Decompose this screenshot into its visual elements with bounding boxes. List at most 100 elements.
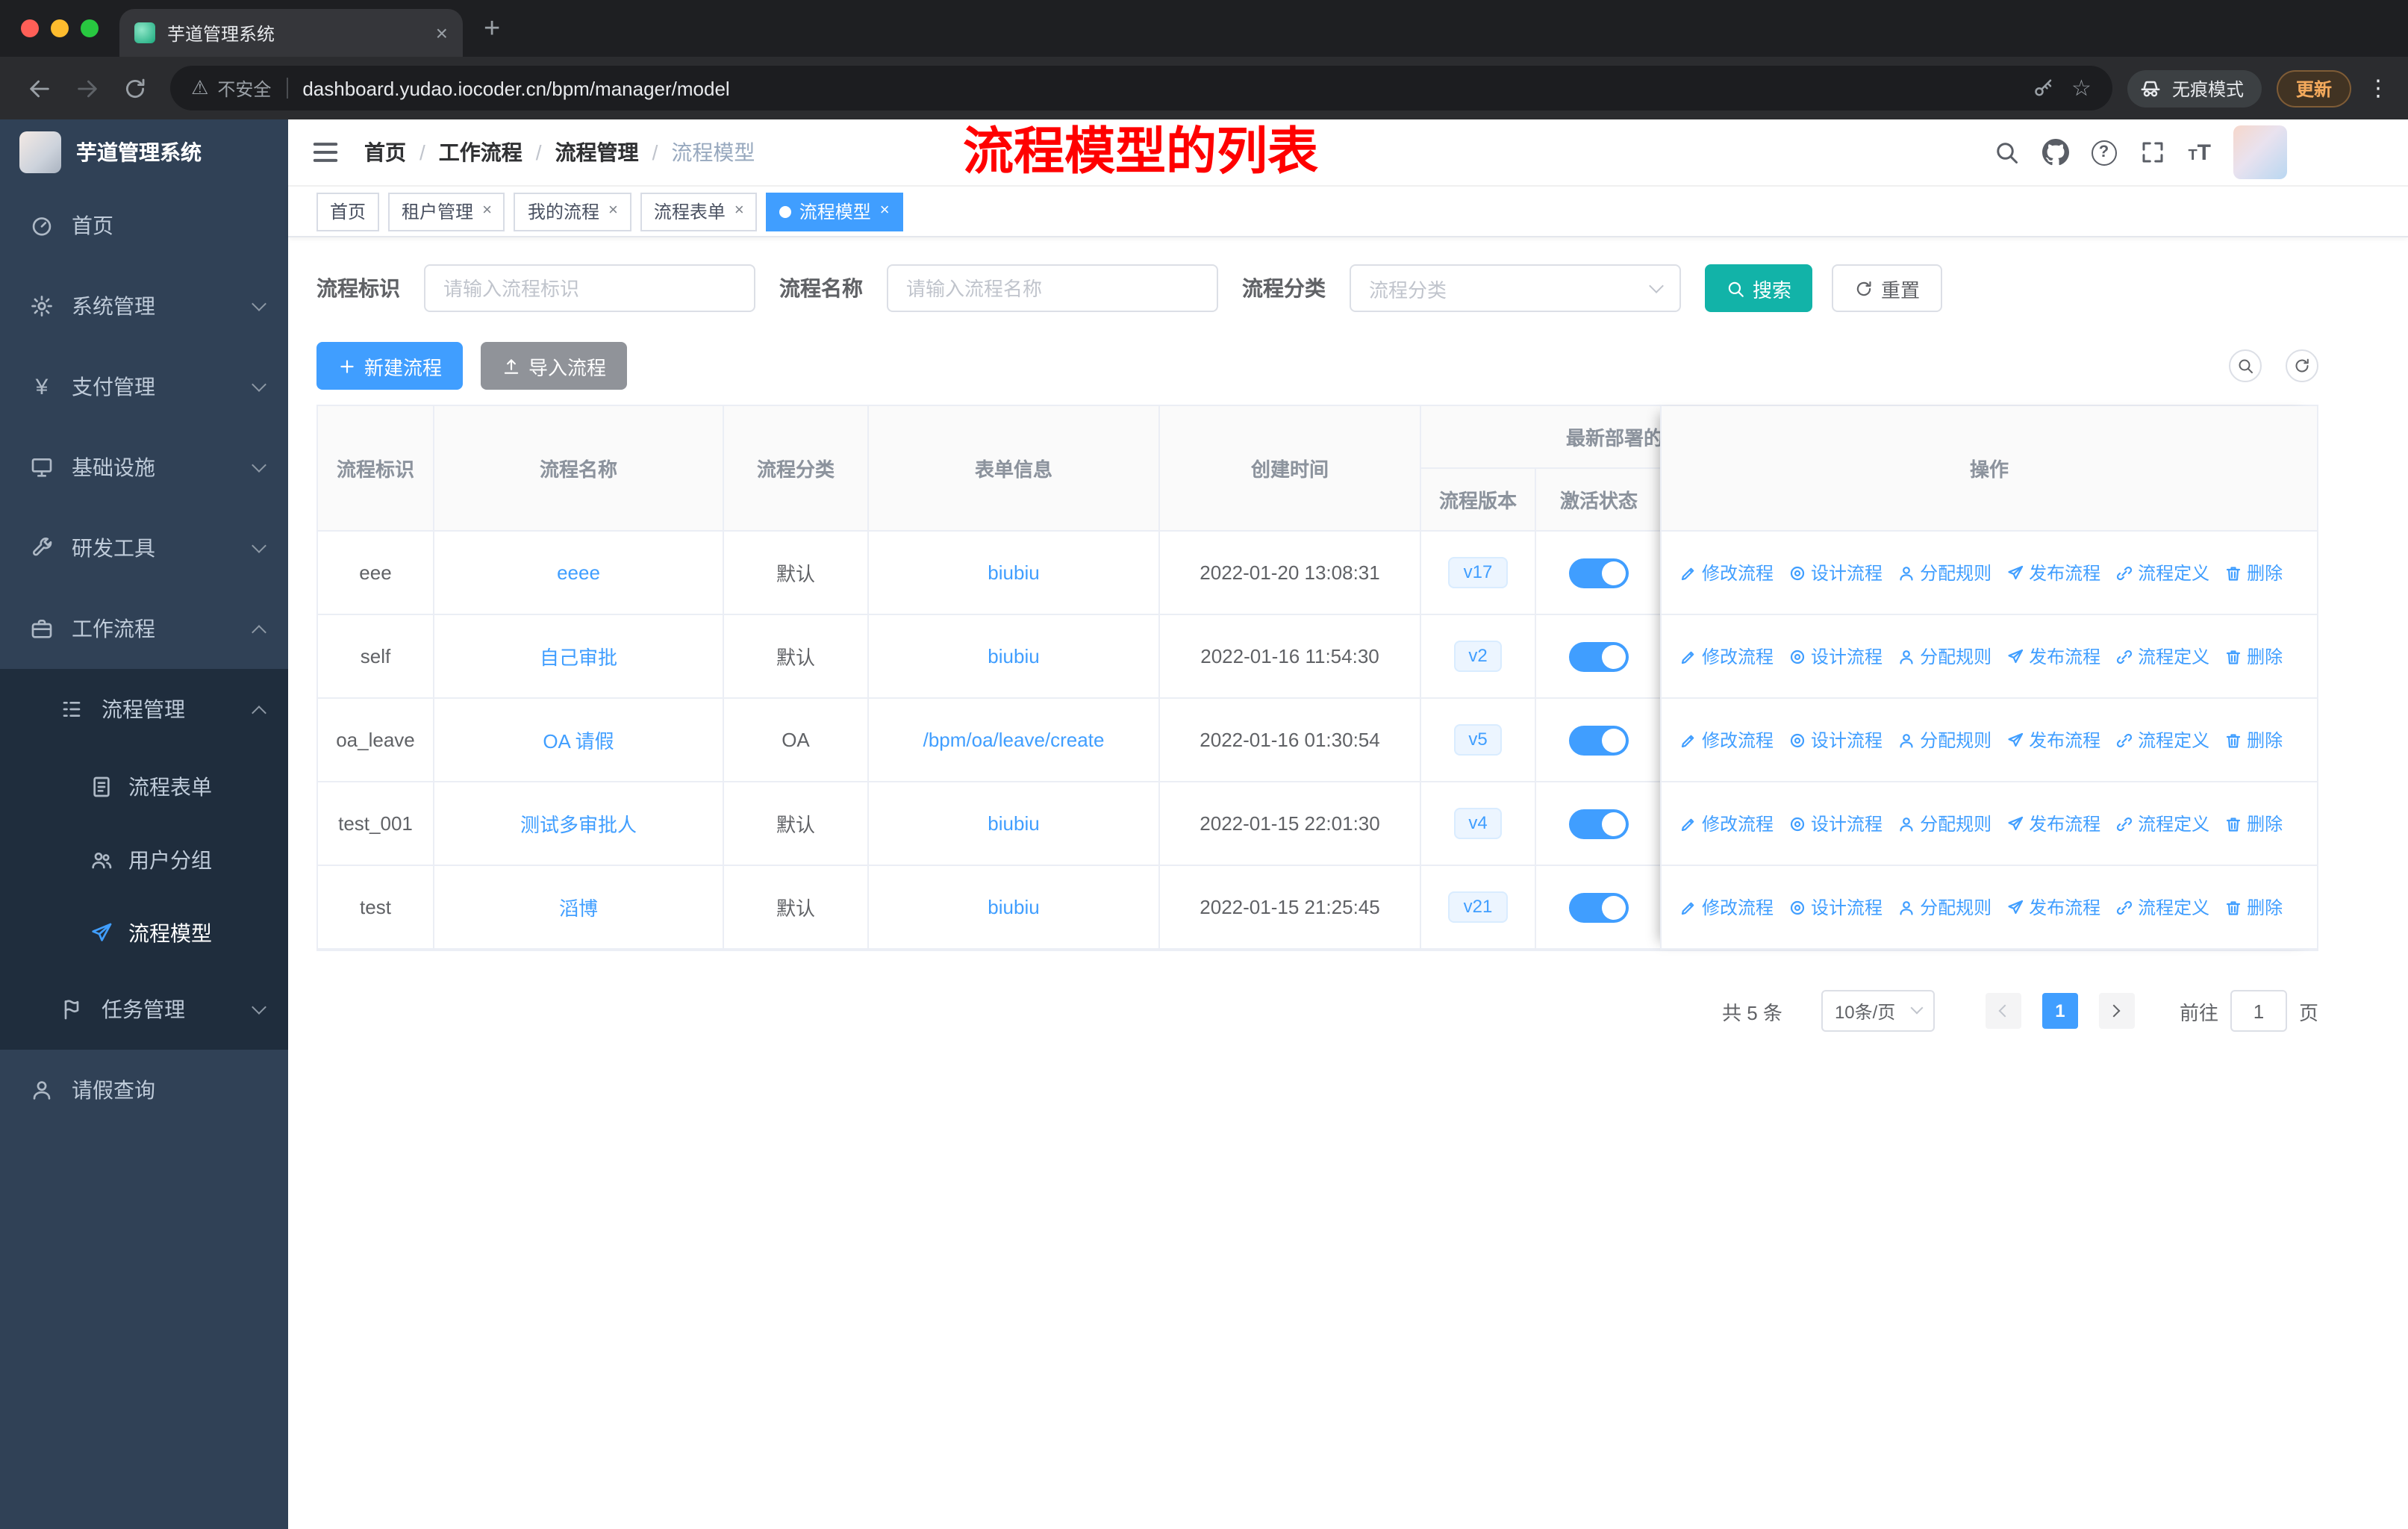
process-definition-link[interactable]: 流程定义	[2115, 644, 2209, 669]
delete-process-link[interactable]: 删除	[2224, 894, 2283, 920]
sidebar-item-infra[interactable]: 基础设施	[0, 427, 288, 508]
sidebar-item-user-group[interactable]: 用户分组	[0, 823, 288, 896]
goto-page-input[interactable]	[2230, 990, 2287, 1032]
sidebar-item-process-model[interactable]: 流程模型	[0, 896, 288, 969]
cell-process-name-link[interactable]: OA 请假	[434, 699, 724, 782]
status-toggle[interactable]	[1569, 558, 1629, 588]
sidebar-item-devtools[interactable]: 研发工具	[0, 508, 288, 588]
current-page-button[interactable]: 1	[2042, 993, 2078, 1029]
cell-form-link[interactable]: biubiu	[869, 782, 1160, 866]
tag-my-process[interactable]: 我的流程 ×	[514, 192, 631, 231]
process-id-input[interactable]	[424, 264, 755, 312]
import-process-button[interactable]: 导入流程	[481, 342, 628, 390]
status-toggle[interactable]	[1569, 809, 1629, 838]
sidebar-item-home[interactable]: 首页	[0, 185, 288, 266]
publish-process-link[interactable]: 发布流程	[2006, 560, 2100, 585]
process-name-input[interactable]	[887, 264, 1218, 312]
breadcrumb-item[interactable]: 流程管理	[555, 137, 639, 167]
cell-form-link[interactable]: biubiu	[869, 532, 1160, 615]
tag-tenant-mgmt[interactable]: 租户管理 ×	[388, 192, 505, 231]
tag-home[interactable]: 首页	[316, 192, 380, 231]
sidebar-item-process-form[interactable]: 流程表单	[0, 750, 288, 823]
delete-process-link[interactable]: 删除	[2224, 644, 2283, 669]
show-search-toggle-button[interactable]	[2229, 349, 2262, 382]
macos-minimize-button[interactable]	[51, 19, 69, 37]
status-toggle[interactable]	[1569, 641, 1629, 671]
design-process-link[interactable]: 设计流程	[1788, 560, 1883, 585]
edit-process-link[interactable]: 修改流程	[1679, 727, 1774, 753]
help-icon[interactable]: ?	[2091, 140, 2117, 165]
assign-rule-link[interactable]: 分配规则	[1897, 727, 1991, 753]
sidebar-item-process-mgmt[interactable]: 流程管理	[0, 669, 288, 750]
process-definition-link[interactable]: 流程定义	[2115, 560, 2209, 585]
sidebar-item-leave-query[interactable]: 请假查询	[0, 1050, 288, 1130]
fullscreen-icon[interactable]	[2139, 139, 2165, 166]
tag-process-model[interactable]: 流程模型 ×	[766, 192, 903, 231]
new-tab-button[interactable]: +	[484, 14, 500, 43]
assign-rule-link[interactable]: 分配规则	[1897, 644, 1991, 669]
sidebar-item-payment[interactable]: ¥ 支付管理	[0, 346, 288, 427]
page-size-select[interactable]: 10条/页	[1821, 990, 1935, 1032]
tag-close-icon[interactable]: ×	[734, 202, 744, 219]
assign-rule-link[interactable]: 分配规则	[1897, 560, 1991, 585]
tab-close-icon[interactable]: ×	[436, 22, 448, 43]
update-button[interactable]: 更新	[2276, 69, 2351, 107]
search-button[interactable]: 搜索	[1705, 264, 1813, 312]
publish-process-link[interactable]: 发布流程	[2006, 811, 2100, 836]
delete-process-link[interactable]: 删除	[2224, 560, 2283, 585]
breadcrumb-item[interactable]: 工作流程	[439, 137, 523, 167]
edit-process-link[interactable]: 修改流程	[1679, 894, 1774, 920]
security-label[interactable]: 不安全	[217, 75, 271, 101]
cell-form-link[interactable]: biubiu	[869, 615, 1160, 699]
next-page-button[interactable]	[2098, 993, 2135, 1029]
cell-process-name-link[interactable]: 测试多审批人	[434, 782, 724, 866]
edit-process-link[interactable]: 修改流程	[1679, 560, 1774, 585]
status-toggle[interactable]	[1569, 725, 1629, 755]
password-key-icon[interactable]	[2031, 77, 2053, 99]
design-process-link[interactable]: 设计流程	[1788, 894, 1883, 920]
reset-button[interactable]: 重置	[1832, 264, 1943, 312]
sidebar-toggle-icon[interactable]	[311, 137, 340, 167]
tag-process-form[interactable]: 流程表单 ×	[640, 192, 758, 231]
breadcrumb-item[interactable]: 首页	[364, 137, 406, 167]
cell-process-name-link[interactable]: 滔博	[434, 866, 724, 950]
cell-form-link[interactable]: biubiu	[869, 866, 1160, 950]
create-process-button[interactable]: 新建流程	[316, 342, 464, 390]
delete-process-link[interactable]: 删除	[2224, 811, 2283, 836]
tag-close-icon[interactable]: ×	[880, 202, 890, 219]
reload-button[interactable]	[113, 67, 155, 109]
security-warning-icon[interactable]: ⚠	[191, 76, 208, 100]
bookmark-star-icon[interactable]: ☆	[2071, 77, 2092, 99]
font-size-icon[interactable]: TT	[2188, 141, 2211, 164]
process-definition-link[interactable]: 流程定义	[2115, 894, 2209, 920]
tag-close-icon[interactable]: ×	[608, 202, 618, 219]
process-definition-link[interactable]: 流程定义	[2115, 727, 2209, 753]
publish-process-link[interactable]: 发布流程	[2006, 894, 2100, 920]
sidebar-item-system[interactable]: 系统管理	[0, 266, 288, 346]
cell-process-name-link[interactable]: eeee	[434, 532, 724, 615]
user-avatar[interactable]	[2233, 125, 2287, 179]
prev-page-button[interactable]	[1985, 993, 2021, 1029]
back-button[interactable]	[18, 67, 60, 109]
sidebar-item-task-mgmt[interactable]: 任务管理	[0, 969, 288, 1050]
github-icon[interactable]	[2042, 139, 2068, 166]
refresh-table-button[interactable]	[2286, 349, 2318, 382]
macos-close-button[interactable]	[21, 19, 39, 37]
assign-rule-link[interactable]: 分配规则	[1897, 894, 1991, 920]
macos-zoom-button[interactable]	[81, 19, 99, 37]
browser-menu-icon[interactable]: ⋮	[2366, 75, 2390, 102]
tag-close-icon[interactable]: ×	[482, 202, 492, 219]
cell-process-name-link[interactable]: 自己审批	[434, 615, 724, 699]
edit-process-link[interactable]: 修改流程	[1679, 811, 1774, 836]
cell-form-link[interactable]: /bpm/oa/leave/create	[869, 699, 1160, 782]
design-process-link[interactable]: 设计流程	[1788, 811, 1883, 836]
status-toggle[interactable]	[1569, 892, 1629, 922]
edit-process-link[interactable]: 修改流程	[1679, 644, 1774, 669]
process-category-select[interactable]: 流程分类	[1350, 264, 1681, 312]
design-process-link[interactable]: 设计流程	[1788, 727, 1883, 753]
url-text[interactable]: dashboard.yudao.iocoder.cn/bpm/manager/m…	[302, 77, 2016, 99]
browser-tab[interactable]: 芋道管理系统 ×	[119, 9, 463, 57]
publish-process-link[interactable]: 发布流程	[2006, 644, 2100, 669]
sidebar-item-workflow[interactable]: 工作流程	[0, 588, 288, 669]
search-icon[interactable]	[1992, 139, 2019, 166]
